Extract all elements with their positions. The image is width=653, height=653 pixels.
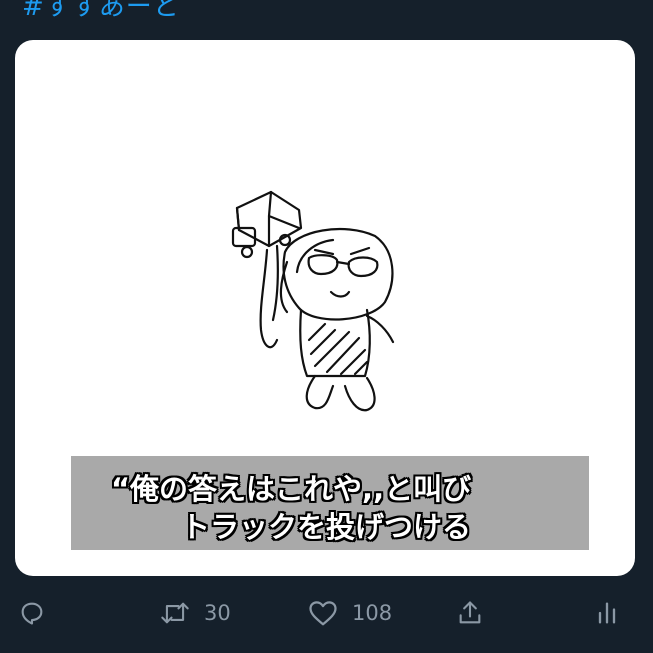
caption-line-1: “俺の答えはこれや,,と叫び [111, 472, 472, 506]
reply-icon [21, 602, 43, 625]
analytics-button[interactable] [596, 590, 618, 636]
retweet-button[interactable]: 30 [160, 590, 231, 636]
tweet-action-bar: 30 108 [0, 590, 653, 636]
like-count: 108 [352, 601, 393, 625]
retweet-count: 30 [204, 601, 231, 625]
caption-box: “俺の答えはこれや,,と叫び トラックを投げつける [71, 456, 589, 550]
share-icon [459, 601, 481, 624]
analytics-icon [598, 602, 616, 624]
retweet-icon [161, 602, 189, 624]
share-button[interactable] [456, 590, 484, 636]
hashtag-link[interactable]: #すすあーと [22, 0, 180, 23]
tweet-media-image[interactable]: “俺の答えはこれや,,と叫び トラックを投げつける [15, 40, 635, 576]
heart-icon [309, 601, 337, 626]
like-button[interactable]: 108 [308, 590, 392, 636]
reply-button[interactable] [18, 590, 46, 636]
caption-line-2: トラックを投げつける [181, 510, 472, 544]
